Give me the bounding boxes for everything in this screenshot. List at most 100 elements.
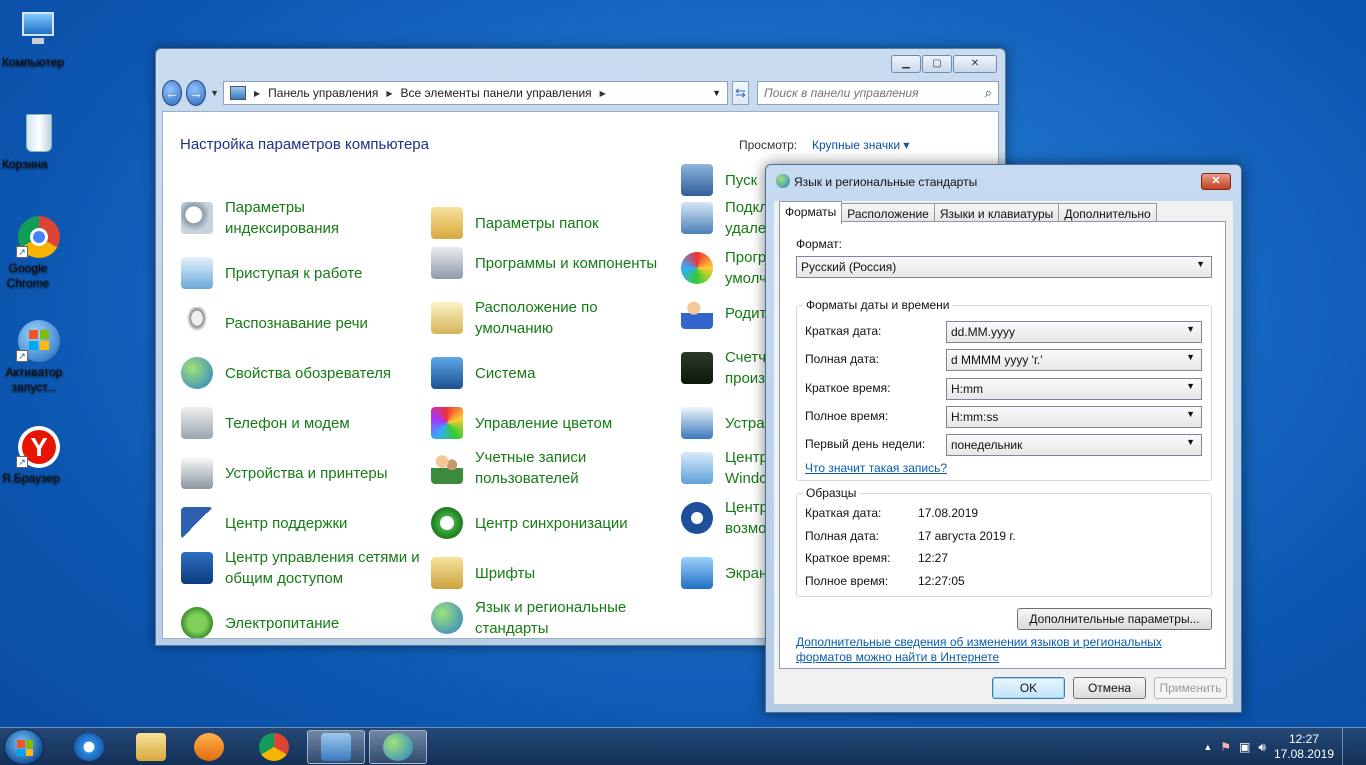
cp-item-region-language[interactable]: Язык и региональные стандарты [431, 597, 671, 638]
sample-long-date-label: Полная дата: [805, 529, 879, 543]
long-time-select[interactable]: H:mm:ss ▼ [946, 406, 1202, 428]
group-title: Форматы даты и времени [803, 298, 953, 312]
desktop-icon-recycle-bin[interactable]: Корзина [2, 110, 74, 171]
close-button[interactable]: ✕ [953, 55, 997, 73]
breadcrumb-item-control-panel[interactable]: Панель управления ▶ [268, 86, 392, 100]
action-center-flag-icon[interactable]: ⚑ [1220, 740, 1231, 754]
cp-item-fonts[interactable]: Шрифты [431, 557, 671, 589]
long-date-select[interactable]: d MMMM yyyy 'г.' ▼ [946, 349, 1202, 371]
taskbar-control-panel[interactable] [307, 730, 365, 764]
system-icon [431, 357, 463, 389]
minimize-button[interactable]: ▁ [891, 55, 921, 73]
cp-item-indexing-options[interactable]: Параметры индексирования [181, 197, 421, 239]
dialog-close-button[interactable]: ✕ [1201, 173, 1231, 190]
cp-item-system[interactable]: Система [431, 357, 671, 389]
address-bar[interactable]: ▶ Панель управления ▶ Все элементы панели… [222, 81, 728, 105]
cp-item-getting-started[interactable]: Приступая к работе [181, 257, 421, 289]
more-info-link[interactable]: Дополнительные сведения об изменении язы… [796, 635, 1196, 665]
advanced-settings-button[interactable]: Дополнительные параметры... [1017, 608, 1212, 630]
cp-item-color-management[interactable]: Управление цветом [431, 407, 671, 439]
breadcrumb-separator-icon: ▶ [599, 88, 606, 98]
tab-formats[interactable]: Форматы [779, 201, 843, 224]
refresh-button[interactable]: ⇆ [731, 81, 749, 105]
short-time-select[interactable]: H:mm ▼ [946, 378, 1202, 400]
sample-long-time-label: Полное время: [805, 574, 889, 588]
short-date-select[interactable]: dd.MM.yyyy ▼ [946, 321, 1202, 343]
format-select[interactable]: Русский (Россия) ▼ [796, 256, 1212, 278]
media-player-icon [194, 733, 224, 761]
address-dropdown-icon[interactable]: ▼ [712, 88, 721, 98]
flag-icon [181, 507, 213, 539]
chevron-down-icon: ▼ [1186, 381, 1195, 391]
remote-connection-icon [681, 202, 713, 234]
datetime-formats-group: Форматы даты и времени Краткая дата: dd.… [796, 298, 1212, 481]
apply-button[interactable]: Применить [1154, 677, 1227, 699]
breadcrumb-item-all-items[interactable]: Все элементы панели управления ▶ [401, 86, 606, 100]
windows-logo-icon: ↗ [16, 318, 60, 362]
back-button[interactable]: ← [162, 80, 183, 106]
desktop-icon-yandex-browser[interactable]: Y ↗ Я.Браузер [2, 424, 74, 485]
short-date-label: Краткая дата: [805, 324, 882, 338]
cp-item-network-center[interactable]: Центр управления сетями и общим доступом [181, 547, 421, 589]
first-day-select[interactable]: понедельник ▼ [946, 434, 1202, 456]
formats-panel: Формат: Русский (Россия) ▼ Форматы даты и… [779, 221, 1226, 669]
dialog-title: Язык и региональные стандарты [794, 175, 978, 189]
computer-icon [16, 8, 60, 52]
recent-pages-dropdown[interactable]: ▼ [210, 88, 219, 98]
forward-button[interactable]: → [186, 80, 207, 106]
maximize-button[interactable]: ▢ [922, 55, 952, 73]
cp-item-devices-printers[interactable]: Устройства и принтеры [181, 457, 421, 489]
ok-button[interactable]: OK [992, 677, 1065, 699]
cp-item-user-accounts[interactable]: Учетные записи пользователей [431, 447, 671, 489]
yandex-browser-icon: Y ↗ [16, 424, 60, 468]
taskbar-region-language[interactable] [369, 730, 427, 764]
region-language-dialog: Язык и региональные стандарты ✕ Форматы … [765, 164, 1242, 713]
group-title: Образцы [803, 486, 860, 500]
chevron-down-icon: ▼ [1186, 409, 1195, 419]
cp-item-folder-options[interactable]: Параметры папок [431, 207, 671, 239]
cp-item-power-options[interactable]: Электропитание [181, 607, 421, 638]
search-box: ⌕ [757, 81, 999, 105]
recycle-bin-icon [16, 110, 60, 154]
desktop-icon-chrome[interactable]: ↗ Google Chrome [2, 214, 74, 290]
chrome-icon [259, 733, 289, 761]
show-hidden-icons-icon[interactable]: ▲ [1203, 742, 1212, 752]
sample-short-time-value: 12:27 [918, 551, 949, 565]
taskbar-icon [681, 164, 713, 196]
windows-logo-icon [17, 740, 33, 756]
dialog-body: Форматы Расположение Языки и клавиатуры … [774, 201, 1233, 704]
network-icon[interactable]: ▣ [1239, 740, 1250, 754]
desktop-icon-computer[interactable]: Компьютер [2, 8, 74, 69]
tab-keyboards-languages[interactable]: Языки и клавиатуры [933, 203, 1060, 223]
clock[interactable]: 12:27 17.08.2019 [1274, 732, 1334, 762]
search-icon[interactable]: ⌕ [985, 85, 992, 101]
taskbar-explorer[interactable] [122, 730, 180, 764]
show-desktop-button[interactable] [1342, 728, 1354, 765]
search-input[interactable] [764, 86, 985, 100]
tab-location[interactable]: Расположение [841, 203, 935, 223]
cp-item-programs-features[interactable]: Программы и компоненты [431, 247, 671, 279]
cp-item-default-location[interactable]: Расположение по умолчанию [431, 297, 671, 339]
globe-clock-icon [431, 602, 463, 634]
desktop-icon-activator[interactable]: ↗ Активатор запуст... [2, 318, 74, 394]
cp-item-phone-modem[interactable]: Телефон и модем [181, 407, 421, 439]
cp-item-sync-center[interactable]: Центр синхронизации [431, 507, 671, 539]
taskbar-chrome[interactable] [245, 730, 303, 764]
start-button[interactable] [4, 729, 44, 765]
taskbar-media-player[interactable] [180, 730, 238, 764]
taskbar-internet-explorer[interactable] [60, 730, 118, 764]
tab-administrative[interactable]: Дополнительно [1058, 203, 1157, 223]
notation-help-link[interactable]: Что значит такая запись? [805, 461, 947, 475]
indexing-icon [181, 202, 213, 234]
cp-item-action-center[interactable]: Центр поддержки [181, 507, 421, 539]
users-icon [431, 452, 463, 484]
cancel-button[interactable]: Отмена [1073, 677, 1146, 699]
sample-short-date-value: 17.08.2019 [918, 506, 979, 520]
volume-icon[interactable]: 🔊︎ [1258, 740, 1266, 755]
cp-item-speech-recognition[interactable]: Распознавание речи [181, 307, 421, 339]
globe-clock-icon [383, 733, 413, 761]
cp-item-internet-options[interactable]: Свойства обозревателя [181, 357, 421, 389]
folder-icon [136, 733, 166, 761]
view-mode-dropdown[interactable]: Крупные значки ▾ [812, 138, 909, 152]
breadcrumb-separator-icon: ▶ [253, 88, 261, 98]
